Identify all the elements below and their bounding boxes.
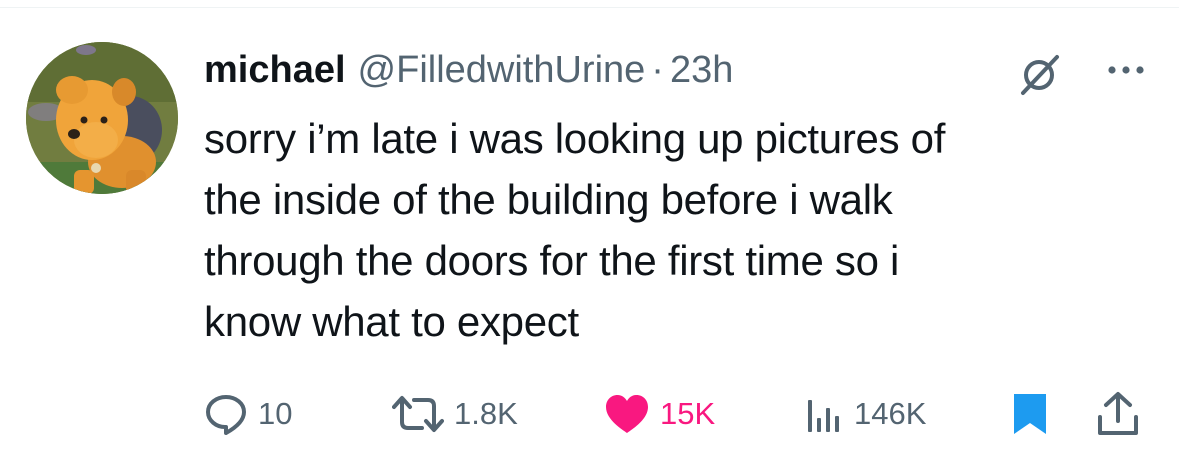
share-button[interactable] <box>1096 388 1140 440</box>
views-count: 146K <box>854 396 927 431</box>
bookmark-button[interactable] <box>1012 388 1048 440</box>
avatar[interactable] <box>26 42 178 194</box>
views-button[interactable]: 146K <box>804 388 926 440</box>
tweet-text-line: through the doors for the first time so … <box>204 237 900 284</box>
grok-icon[interactable] <box>1017 53 1061 97</box>
bookmark-icon <box>1014 394 1046 434</box>
repost-count: 1.8K <box>454 396 518 431</box>
tweet-text-line: sorry i’m late i was looking up pictures… <box>204 115 946 162</box>
repost-button[interactable]: 1.8K <box>392 388 518 440</box>
reply-count: 10 <box>258 396 293 431</box>
heart-icon <box>606 395 648 433</box>
avatar-image <box>26 42 178 194</box>
tweet[interactable]: michael @FilledwithUrine · 23h sorry i’m la… <box>0 0 1179 474</box>
tweet-text-line: the inside of the building before i walk <box>204 176 893 223</box>
user-handle[interactable]: @FilledwithUrine <box>358 49 646 91</box>
tweet-header: michael @FilledwithUrine · 23h <box>204 42 1004 98</box>
reply-icon <box>206 395 246 435</box>
header-separator: · <box>651 49 664 91</box>
views-icon <box>808 400 839 432</box>
tweet-text-line: know what to expect <box>204 298 579 345</box>
timestamp[interactable]: 23h <box>670 49 733 91</box>
like-count: 15K <box>660 396 716 431</box>
tweet-text: sorry i’m late i was looking up pictures… <box>204 108 1154 352</box>
tweet-actions: 10 1.8K 15K 146K <box>204 388 1164 440</box>
more-icon[interactable] <box>1106 60 1146 80</box>
display-name[interactable]: michael <box>204 49 346 91</box>
reply-button[interactable]: 10 <box>204 388 292 440</box>
repost-icon <box>392 396 444 432</box>
like-button[interactable]: 15K <box>604 388 715 440</box>
share-icon <box>1098 392 1138 435</box>
